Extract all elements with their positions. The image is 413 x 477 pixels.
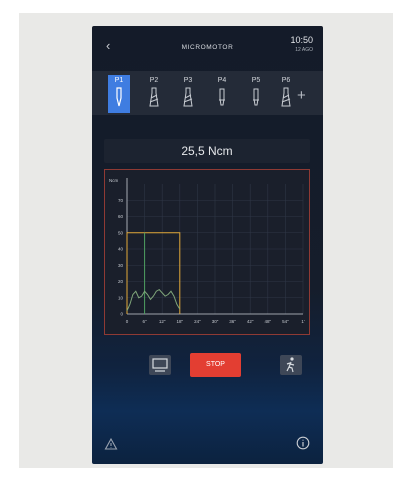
program-tab-label: P5 — [251, 77, 261, 84]
drill-bit-icon — [183, 87, 193, 107]
program-tab-p3[interactable]: P3 — [177, 75, 199, 113]
clock-date: 12 AGO — [295, 47, 313, 53]
x-tick-label: 1' — [301, 319, 305, 324]
header-bar: ‹ MICROMOTOR 10:50 12 AGO — [92, 26, 323, 66]
x-tick-label: 36" — [229, 319, 236, 324]
x-tick-label: 54" — [282, 319, 289, 324]
stop-button[interactable]: STOP — [190, 353, 241, 377]
program-tab-label: P2 — [149, 77, 159, 84]
x-tick-label: 24" — [194, 319, 201, 324]
clock-time: 10:50 — [290, 35, 313, 45]
program-tab-p6[interactable]: P6 — [275, 75, 297, 113]
program-tabs: P1 P2 P3 P4 P5 P6 + — [92, 71, 323, 115]
x-tick-label: 12" — [159, 319, 166, 324]
running-figure-icon — [286, 357, 295, 373]
monitor-button[interactable] — [149, 355, 171, 375]
program-tab-p4[interactable]: P4 — [211, 75, 233, 113]
y-tick-label: 10 — [118, 295, 124, 300]
program-tab-label: P4 — [217, 77, 227, 84]
program-tab-p2[interactable]: P2 — [143, 75, 165, 113]
y-tick-label: 70 — [118, 198, 124, 203]
page-title: MICROMOTOR — [181, 44, 234, 51]
implant-icon — [253, 88, 259, 106]
y-tick-label: 40 — [118, 247, 124, 252]
program-tab-p5[interactable]: P5 — [245, 75, 267, 113]
y-tick-label: 20 — [118, 279, 124, 284]
device-screen: ‹ MICROMOTOR 10:50 12 AGO P1 P2 P3 P4 P5… — [92, 26, 323, 464]
y-tick-label: 0 — [120, 312, 123, 317]
y-tick-label: 60 — [118, 214, 124, 219]
y-axis-label: Ncm — [109, 178, 118, 183]
drill-bit-icon — [281, 87, 291, 107]
program-tab-label: P1 — [114, 77, 124, 84]
x-tick-label: 6" — [143, 319, 148, 324]
warning-icon — [104, 437, 118, 450]
add-program-button[interactable]: + — [297, 87, 306, 104]
torque-chart-svg: Ncm 70 60 50 40 30 20 10 0 6" 12" 18" 24" 30" 36" 42" 48… — [109, 178, 305, 324]
monitor-icon — [152, 358, 168, 372]
run-mode-button[interactable] — [280, 355, 302, 375]
y-tick-label: 30 — [118, 263, 124, 268]
implant-icon — [219, 88, 225, 106]
y-tick-label: 50 — [118, 230, 124, 235]
program-tab-p1[interactable]: P1 — [108, 75, 130, 113]
info-icon — [296, 436, 310, 450]
drill-bit-icon — [149, 87, 159, 107]
series-line-3 — [126, 288, 181, 311]
x-tick-label: 30" — [212, 319, 219, 324]
torque-chart: Ncm 70 60 50 40 30 20 10 0 6" 12" 18" 24" 30" 36" 42" 48… — [104, 169, 310, 335]
torque-readout: 25,5 Ncm — [104, 139, 310, 163]
program-tab-label: P6 — [281, 77, 291, 84]
warning-button[interactable] — [104, 437, 118, 456]
x-tick-label: 42" — [247, 319, 254, 324]
info-button[interactable] — [296, 436, 310, 455]
x-tick-label: 18" — [176, 319, 183, 324]
drill-bit-icon — [116, 87, 122, 107]
action-bar: STOP — [92, 352, 323, 378]
x-tick-label: 0 — [126, 319, 129, 324]
x-tick-label: 48" — [264, 319, 271, 324]
series-line-1 — [126, 232, 181, 314]
program-tab-label: P3 — [183, 77, 193, 84]
